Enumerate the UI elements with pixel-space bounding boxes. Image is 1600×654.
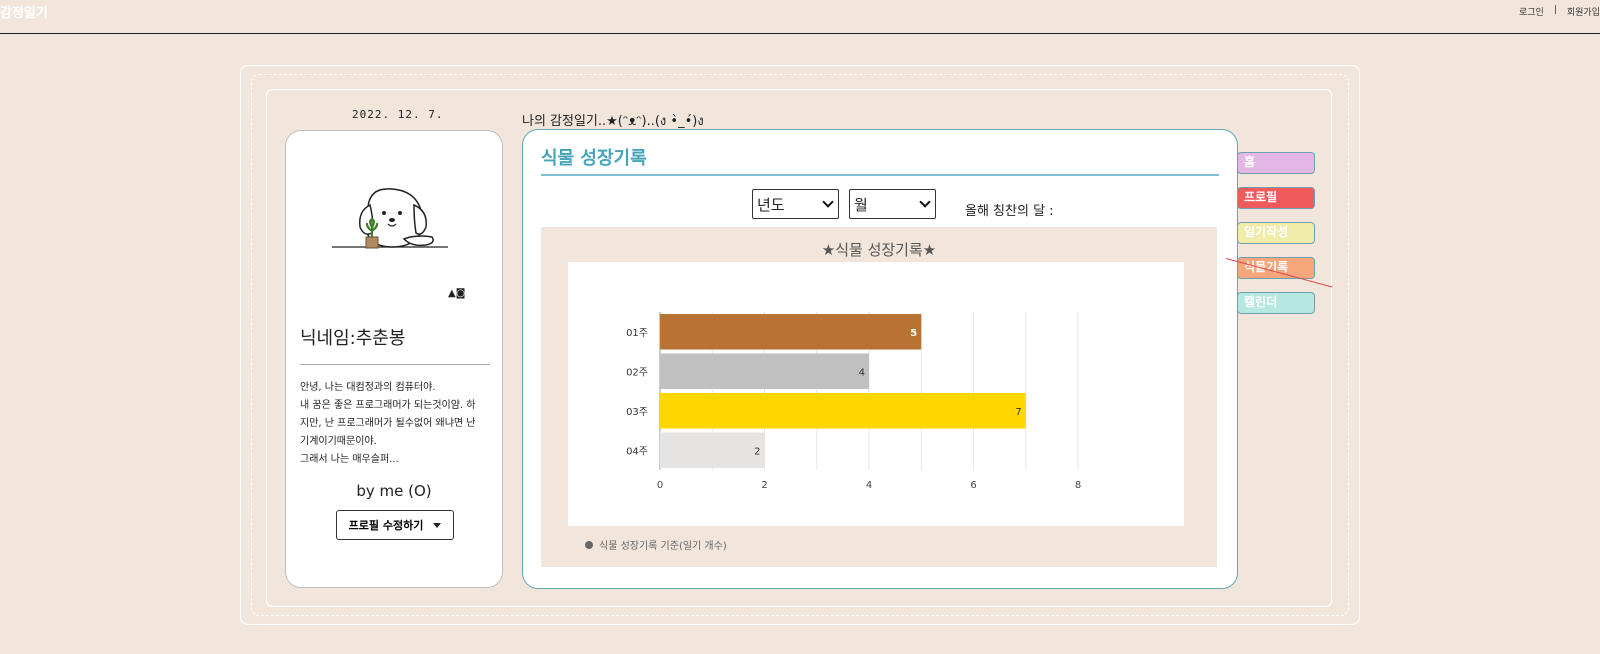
chart-title: ★식물 성장기록★: [821, 241, 937, 259]
month-select-value: 월: [854, 195, 868, 214]
bar-chart: 0 2 4 6 8 01주 5 02주 4 03주 7 04주 2: [626, 312, 1081, 491]
bar: [660, 392, 1026, 429]
section-title: 식물 성장기록: [541, 148, 647, 169]
profile-bio: 안녕, 나는 대컴정과의 컴퓨터야. 내 꿈은 좋은 프로그래머가 되는것이얌.…: [300, 379, 496, 469]
bio-line: 내 꿈은 좋은 프로그래머가 되는것이얌. 하: [300, 400, 476, 411]
bar: [660, 313, 922, 350]
nickname: 닉네임:추춘봉: [300, 328, 406, 349]
y-tick-label: 01주: [626, 328, 648, 339]
legend-label: 식물 성장기록 기준(일기 개수): [599, 541, 727, 552]
tab-calendar[interactable]: 캘린더: [1237, 292, 1315, 314]
auth-separator: |: [1553, 5, 1557, 15]
profile-card: ▲◙ 닉네임:추춘봉 안녕, 나는 대컴정과의 컴퓨터야. 내 꿈은 좋은 프로…: [285, 130, 503, 588]
signup-link[interactable]: 회원가입: [1567, 5, 1600, 18]
bio-line: 지만, 난 프로그래머가 될수없어 왜냐면 난: [300, 418, 476, 429]
year-select[interactable]: 년도: [752, 189, 839, 219]
praise-month-label: 올해 칭찬의 달 :: [965, 204, 1054, 219]
bar: [660, 432, 765, 469]
x-tick-label: 6: [970, 480, 976, 491]
byline: by me (O): [356, 482, 432, 500]
diary-title: 나의 감정일기..★(ᵔᴥᵔ)..(ง •̀_•́)ง: [522, 114, 704, 129]
chart-legend: 식물 성장기록 기준(일기 개수): [585, 537, 727, 552]
tab-label: 프로필: [1244, 190, 1278, 204]
mini-icons: ▲◙: [448, 288, 466, 299]
x-tick-label: 8: [1075, 480, 1081, 491]
today-date: 2022. 12. 7.: [352, 108, 444, 121]
chart-area: ★식물 성장기록★ 0 2 4 6 8 01주 5 02주 4 03주 7 04주 2 식물 성장기록 …: [541, 227, 1217, 567]
data-label: 4: [859, 367, 865, 378]
y-tick-label: 04주: [626, 446, 648, 457]
auth-links: 로그인 | 회원가입: [1519, 5, 1600, 18]
bar: [660, 353, 869, 390]
edit-profile-button[interactable]: 프로필 수정하기: [336, 510, 454, 540]
tab-profile[interactable]: 프로필: [1237, 187, 1315, 209]
year-select-value: 년도: [757, 195, 785, 214]
bio-line: 그래서 나는 매우슬퍼...: [300, 454, 399, 465]
site-title[interactable]: 감정일기: [0, 2, 48, 21]
chevron-down-icon: [822, 196, 834, 208]
puppy-illustration-icon: [332, 188, 448, 249]
tab-label: 홈: [1244, 155, 1256, 169]
login-link[interactable]: 로그인: [1519, 5, 1544, 18]
tab-label: 일기작성: [1244, 225, 1289, 239]
edit-profile-label: 프로필 수정하기: [348, 519, 424, 532]
x-tick-label: 4: [866, 480, 872, 491]
tab-home[interactable]: 홈: [1237, 152, 1315, 174]
x-tick-label: 0: [657, 480, 663, 491]
chevron-down-icon: [919, 196, 931, 208]
tab-label: 캘린더: [1244, 295, 1278, 309]
data-label: 7: [1015, 407, 1021, 418]
tab-write-diary[interactable]: 일기작성: [1237, 222, 1315, 244]
profile-divider: [300, 364, 490, 365]
main-panel: 식물 성장기록 년도 월 올해 칭찬의 달 : ★식물 성장기록★ 024680…: [522, 129, 1238, 589]
x-tick-label: 2: [761, 480, 767, 491]
data-label: 5: [910, 328, 917, 339]
chart-box: 0 2 4 6 8 01주 5 02주 4 03주 7 04주 2: [568, 262, 1184, 526]
top-header: 감정일기 로그인 | 회원가입: [0, 0, 1600, 34]
month-select[interactable]: 월: [849, 189, 936, 219]
data-label: 2: [754, 446, 760, 457]
y-tick-label: 02주: [626, 367, 648, 378]
bio-line: 기계이기때문이야.: [300, 436, 377, 447]
y-tick-label: 03주: [626, 407, 648, 418]
caret-down-icon: [433, 522, 442, 528]
tab-plant-record[interactable]: 식물기록: [1237, 257, 1315, 279]
legend-dot-icon: [585, 540, 593, 549]
bio-line: 안녕, 나는 대컴정과의 컴퓨터야.: [300, 382, 436, 393]
section-underline: [541, 174, 1219, 176]
